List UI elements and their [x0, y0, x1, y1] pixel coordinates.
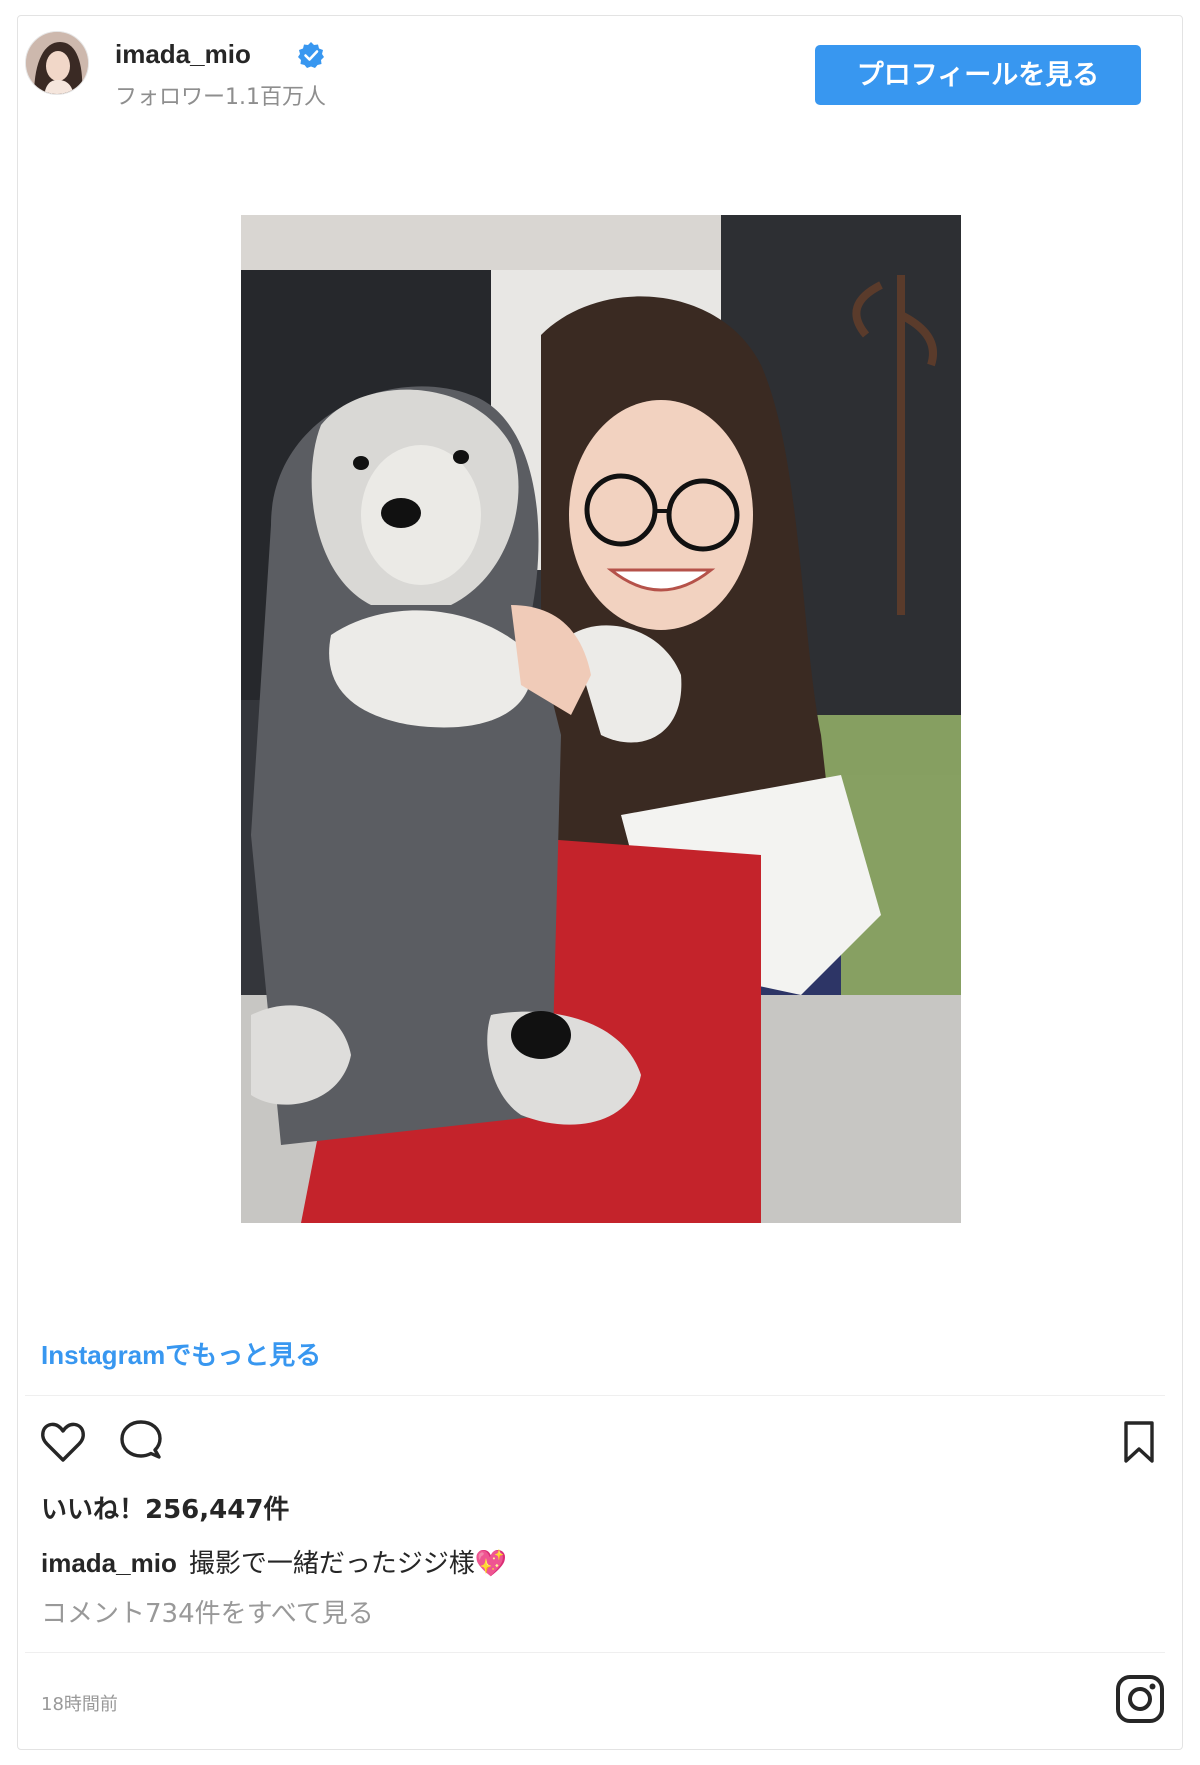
post-header: imada_mio フォロワー1.1百万人 プロフィールを見る — [25, 27, 1141, 110]
heart-icon[interactable] — [37, 1416, 89, 1468]
view-all-comments-link[interactable]: コメント734件をすべて見る — [41, 1593, 374, 1630]
post-photo[interactable] — [241, 215, 961, 1223]
bookmark-icon[interactable] — [1113, 1416, 1165, 1468]
username[interactable]: imada_mio — [115, 39, 251, 70]
follower-count: フォロワー1.1百万人 — [115, 85, 326, 110]
verified-badge-icon — [298, 42, 324, 68]
caption: imada_mio 撮影で一緒だったジジ様💖 — [41, 1543, 507, 1580]
comment-bubble-icon[interactable] — [115, 1416, 167, 1468]
avatar[interactable] — [25, 31, 89, 95]
post-actions — [25, 1410, 1165, 1470]
divider — [25, 1652, 1165, 1653]
view-profile-button[interactable]: プロフィールを見る — [815, 45, 1141, 105]
caption-text: 撮影で一緒だったジジ様💖 — [188, 1549, 508, 1579]
divider — [25, 1395, 1165, 1396]
instagram-logo-icon[interactable] — [1114, 1673, 1166, 1725]
post-timestamp[interactable]: 18時間前 — [41, 1690, 118, 1716]
view-more-on-instagram-link[interactable]: Instagramでもっと見る — [41, 1335, 321, 1372]
caption-username[interactable]: imada_mio — [41, 1548, 177, 1578]
like-count[interactable]: いいね！256,447件 — [41, 1489, 289, 1526]
